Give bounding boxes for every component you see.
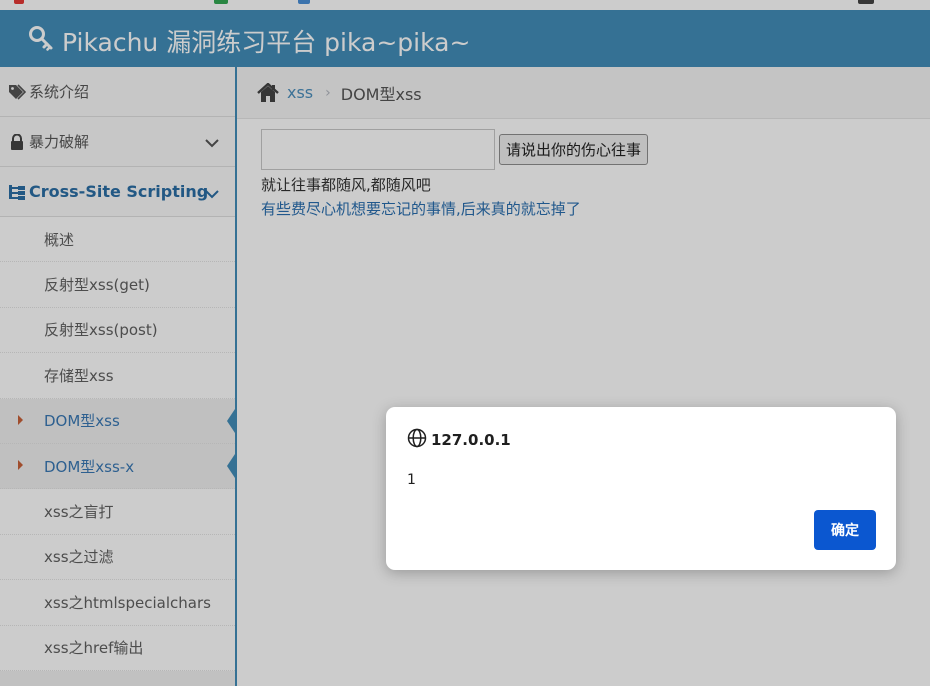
modal-overlay	[0, 0, 930, 686]
dialog-origin: 127.0.0.1	[431, 431, 511, 449]
ok-button[interactable]: 确定	[814, 510, 876, 550]
dialog-message: 1	[407, 472, 416, 488]
alert-dialog: 127.0.0.1 1 确定	[386, 407, 896, 570]
globe-icon	[407, 428, 431, 452]
dialog-title: 127.0.0.1	[407, 428, 511, 452]
